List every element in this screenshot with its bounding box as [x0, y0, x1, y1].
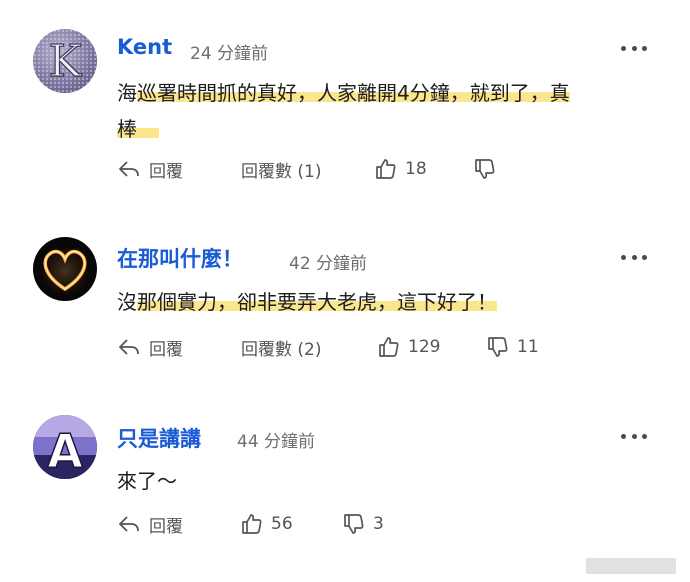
reply-icon	[119, 339, 139, 355]
timestamp: 44 分鐘前	[237, 432, 316, 452]
view-replies-button[interactable]: 回覆數 (2)	[241, 332, 321, 362]
reply-button[interactable]: 回覆	[117, 332, 183, 362]
dislike-button[interactable]: 3	[343, 509, 384, 539]
thumbs-down-icon	[475, 159, 495, 179]
like-button[interactable]: 129	[378, 332, 440, 362]
avatar-k-image: K	[33, 29, 97, 93]
comment-actions: 回覆 56 3	[0, 509, 690, 539]
comment-actions: 回覆 回覆數 (1) 18	[0, 154, 690, 184]
dislike-button[interactable]	[474, 154, 504, 184]
timestamp: 24 分鐘前	[190, 44, 269, 64]
username[interactable]: 在那叫什麼！	[117, 243, 243, 273]
comment-text-line-2: 棒	[117, 113, 159, 142]
like-count: 56	[271, 514, 293, 534]
avatar-letter: A	[47, 424, 83, 478]
avatar-a-image: A	[33, 415, 97, 479]
avatar[interactable]: K	[33, 29, 97, 93]
more-options-icon[interactable]	[621, 432, 647, 440]
comment-text: 沒那個實力，卻非要弄大老虎，這下好了！	[117, 290, 497, 314]
watermark	[586, 558, 676, 574]
thumbs-up-icon	[376, 159, 396, 179]
reply-icon	[119, 516, 139, 532]
thumbs-down-icon	[488, 337, 508, 357]
like-button[interactable]: 18	[375, 154, 427, 184]
comment-text-line-1: 海巡署時間抓的真好，人家離開4分鐘，就到了，真	[117, 81, 570, 105]
timestamp: 42 分鐘前	[289, 254, 368, 274]
heart-sparkler-image	[39, 245, 91, 297]
comment-text: 來了～	[117, 469, 177, 493]
dislike-count: 11	[517, 337, 539, 357]
dislike-count: 3	[373, 514, 384, 534]
thumbs-down-icon	[344, 514, 364, 534]
comment-actions: 回覆 回覆數 (2) 129 11	[0, 332, 690, 362]
more-options-icon[interactable]	[621, 44, 647, 52]
avatar-letter: K	[49, 36, 83, 87]
reply-icon	[119, 161, 139, 177]
thumbs-up-icon	[242, 514, 262, 534]
avatar[interactable]	[33, 237, 97, 301]
reply-button[interactable]: 回覆	[117, 154, 183, 184]
more-options-icon[interactable]	[621, 253, 647, 261]
like-count: 129	[408, 337, 441, 357]
dislike-button[interactable]: 11	[487, 332, 539, 362]
username[interactable]: Kent	[117, 35, 172, 59]
like-button[interactable]: 56	[241, 509, 293, 539]
avatar[interactable]: A	[33, 415, 97, 479]
like-count: 18	[405, 159, 427, 179]
view-replies-button[interactable]: 回覆數 (1)	[241, 154, 321, 184]
username[interactable]: 只是講講	[117, 423, 201, 453]
thumbs-up-icon	[379, 337, 399, 357]
reply-button[interactable]: 回覆	[117, 509, 183, 539]
